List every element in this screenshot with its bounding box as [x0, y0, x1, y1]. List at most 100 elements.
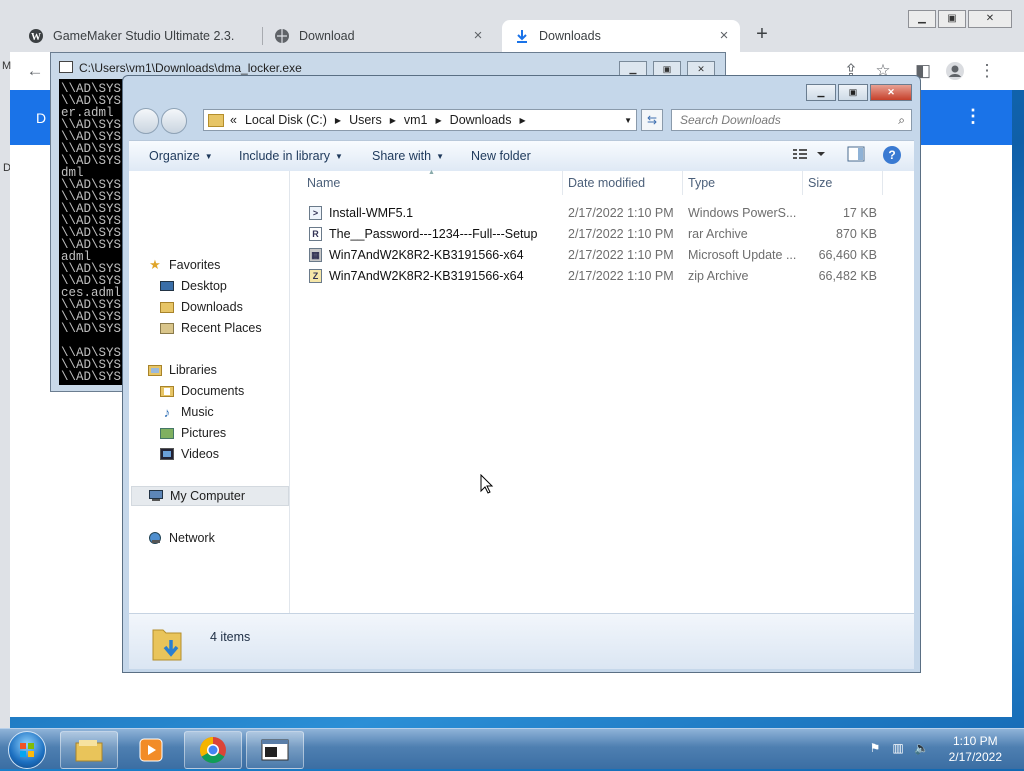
profile-icon[interactable]: [944, 60, 966, 82]
tab-downloads[interactable]: Downloads ×: [502, 20, 740, 52]
file-size: 870 KB: [835, 227, 877, 241]
search-input[interactable]: Search Downloads ⌕: [671, 109, 912, 131]
file-list: Name ▲ Date modified Type Size > Install…: [289, 169, 914, 613]
column-separator[interactable]: [682, 171, 683, 195]
close-button[interactable]: ✕: [968, 10, 1012, 28]
wordpress-icon: W: [28, 28, 44, 44]
downloads-folder-icon: [159, 300, 175, 314]
back-button[interactable]: [133, 108, 159, 134]
new-tab-button[interactable]: +: [752, 24, 772, 44]
column-separator[interactable]: [882, 171, 883, 195]
breadcrumb-local-disk[interactable]: Local Disk (C:): [245, 113, 327, 127]
action-center-icon[interactable]: ⚑: [868, 741, 882, 755]
nav-favorites[interactable]: ★ Favorites: [147, 255, 307, 275]
file-type: Windows PowerS...: [688, 206, 797, 220]
sort-up-icon: ▲: [428, 169, 435, 176]
organize-button[interactable]: Organize ▼: [149, 149, 213, 163]
taskbar-chrome[interactable]: [184, 731, 242, 769]
volume-icon[interactable]: 🔈: [914, 741, 929, 755]
file-type: zip Archive: [688, 269, 749, 283]
nav-label: Music: [181, 405, 214, 419]
column-size[interactable]: Size: [808, 171, 832, 195]
more-icon[interactable]: ⋮: [964, 106, 982, 127]
column-type[interactable]: Type: [688, 171, 715, 195]
help-icon[interactable]: ?: [883, 146, 901, 164]
nav-libraries[interactable]: Libraries: [147, 360, 307, 380]
nav-my-computer[interactable]: My Computer: [131, 486, 289, 506]
navigation-row: « Local Disk (C:) ▶ Users ▶ vm1 ▶ Downloads…: [123, 106, 920, 136]
menu-icon[interactable]: ⋮: [976, 60, 998, 82]
system-tray: ⚑ ▥ 🔈: [868, 741, 937, 755]
preview-pane-icon[interactable]: [847, 146, 865, 165]
chrome-window-controls: ▁ ▣ ✕: [906, 10, 1012, 28]
network-icon: [147, 531, 163, 545]
file-row[interactable]: ▦ Win7AndW2K8R2-KB3191566-x64 2/17/2022 …: [289, 245, 889, 266]
column-separator[interactable]: [562, 171, 563, 195]
tab-title: GameMaker Studio Ultimate 2.3.: [53, 29, 235, 43]
breadcrumb-downloads[interactable]: Downloads: [450, 113, 512, 127]
minimize-button[interactable]: ▁: [908, 10, 936, 28]
share-label: Share with: [372, 149, 432, 163]
new-folder-button[interactable]: New folder: [471, 149, 531, 163]
file-date: 2/17/2022 1:10 PM: [568, 248, 674, 262]
mouse-cursor-icon: [480, 474, 494, 494]
column-date-modified[interactable]: Date modified: [568, 171, 645, 195]
search-icon[interactable]: ⌕: [898, 113, 905, 128]
console-title: C:\Users\vm1\Downloads\dma_locker.exe: [59, 61, 302, 75]
start-button[interactable]: [8, 731, 46, 769]
nav-network[interactable]: Network: [147, 528, 307, 548]
close-icon[interactable]: ×: [470, 28, 486, 44]
minimize-button[interactable]: ▁: [806, 84, 836, 101]
breadcrumb-users[interactable]: Users: [349, 113, 382, 127]
file-date: 2/17/2022 1:10 PM: [568, 206, 674, 220]
taskbar-media-player[interactable]: [122, 731, 180, 769]
chevron-right-icon[interactable]: ▶: [436, 116, 442, 125]
file-row[interactable]: > Install-WMF5.1 2/17/2022 1:10 PM Windo…: [289, 203, 889, 224]
nav-label: My Computer: [170, 489, 246, 503]
search-placeholder: Search Downloads: [680, 113, 781, 127]
zip-archive-icon: Z: [309, 269, 322, 283]
windows-logo-icon: [20, 743, 34, 757]
refresh-button[interactable]: ⇆: [641, 109, 663, 131]
chevron-right-icon[interactable]: ▶: [520, 116, 526, 125]
clock[interactable]: 1:10 PM 2/17/2022: [949, 733, 1002, 765]
tab-download[interactable]: Download ×: [274, 20, 494, 52]
network-status-icon[interactable]: ▥: [891, 741, 905, 755]
maximize-button[interactable]: ▣: [938, 10, 966, 28]
maximize-button[interactable]: ▣: [838, 84, 868, 101]
include-in-library-button[interactable]: Include in library ▼: [239, 149, 343, 163]
share-with-button[interactable]: Share with ▼: [372, 149, 444, 163]
file-row[interactable]: R The__Password---1234---Full---Setup 2/…: [289, 224, 889, 245]
tab-strip: W GameMaker Studio Ultimate 2.3. Downloa…: [0, 0, 1024, 52]
tab-title: Download: [299, 29, 355, 43]
forward-button[interactable]: [161, 108, 187, 134]
close-button[interactable]: ✕: [870, 84, 912, 101]
column-separator[interactable]: [802, 171, 803, 195]
new-folder-label: New folder: [471, 149, 531, 163]
back-arrow-icon[interactable]: ←: [24, 60, 46, 82]
download-icon: [514, 28, 530, 44]
folder-icon: [75, 740, 103, 762]
nav-label: Favorites: [169, 258, 221, 272]
view-options-icon[interactable]: [793, 146, 827, 165]
page-initial: D: [36, 110, 47, 126]
file-size: 66,482 KB: [818, 269, 877, 283]
media-player-icon: [139, 738, 163, 762]
recent-places-icon: [159, 321, 175, 335]
breadcrumb-vm1[interactable]: vm1: [404, 113, 428, 127]
column-name[interactable]: Name: [307, 171, 340, 195]
include-label: Include in library: [239, 149, 331, 163]
file-row[interactable]: Z Win7AndW2K8R2-KB3191566-x64 2/17/2022 …: [289, 266, 889, 287]
chevron-down-icon[interactable]: ▼: [624, 116, 632, 125]
file-name: Win7AndW2K8R2-KB3191566-x64: [329, 269, 524, 283]
chevron-right-icon[interactable]: ▶: [335, 116, 341, 125]
address-bar[interactable]: « Local Disk (C:) ▶ Users ▶ vm1 ▶ Downloads…: [203, 109, 637, 131]
taskbar-console[interactable]: [246, 731, 304, 769]
taskbar-explorer[interactable]: [60, 731, 118, 769]
svg-text:W: W: [31, 32, 41, 43]
file-name: Win7AndW2K8R2-KB3191566-x64: [329, 248, 524, 262]
libraries-icon: [147, 363, 163, 377]
chevron-right-icon[interactable]: ▶: [390, 116, 396, 125]
tab-gamemaker[interactable]: W GameMaker Studio Ultimate 2.3.: [28, 20, 260, 52]
close-icon[interactable]: ×: [716, 28, 732, 44]
